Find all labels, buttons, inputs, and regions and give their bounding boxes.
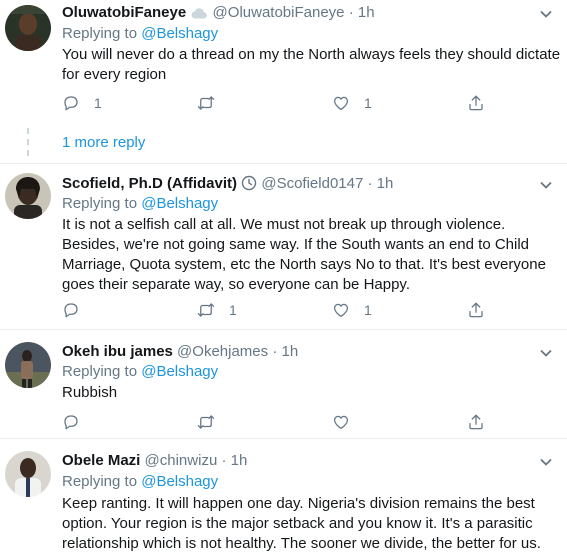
mention-link[interactable]: @Belshagy: [141, 473, 218, 490]
tweet[interactable]: Scofield, Ph.D (Affidavit) @Scofield0147…: [0, 164, 567, 329]
share-icon: [467, 301, 485, 319]
retweet-button[interactable]: [197, 410, 229, 434]
like-count: 1: [364, 302, 372, 318]
reply-count: 1: [94, 95, 102, 111]
tweet-actions: [62, 410, 502, 434]
replying-to: Replying to @Belshagy: [62, 25, 218, 42]
reply-button[interactable]: [62, 298, 94, 322]
chevron-down-icon[interactable]: [539, 346, 553, 360]
separator-dot: ·: [367, 175, 373, 192]
reply-icon: [62, 94, 80, 112]
chevron-down-icon[interactable]: [539, 455, 553, 469]
timestamp[interactable]: 1h: [358, 4, 375, 21]
separator-dot: ·: [272, 343, 278, 360]
like-count: 1: [364, 95, 372, 111]
clock-icon: [241, 175, 257, 195]
author-handle[interactable]: @chinwizu: [145, 452, 218, 469]
author-name[interactable]: OluwatobiFaneye: [62, 4, 186, 21]
retweet-icon: [197, 413, 215, 431]
tweet-actions: 1 1: [62, 298, 502, 322]
retweet-icon: [197, 94, 215, 112]
tweet-text: You will never do a thread on my the Nor…: [62, 46, 561, 83]
replying-label: Replying to: [62, 363, 142, 380]
like-button[interactable]: 1: [332, 298, 372, 322]
timestamp[interactable]: 1h: [231, 452, 248, 469]
retweet-button[interactable]: 1: [197, 298, 237, 322]
tweet[interactable]: Obele Mazi @chinwizu · 1h Replying to @B…: [0, 439, 567, 556]
share-button[interactable]: [467, 298, 485, 322]
timestamp[interactable]: 1h: [281, 343, 298, 360]
author-handle[interactable]: @OluwatobiFaneye: [213, 4, 345, 21]
avatar[interactable]: [5, 451, 51, 497]
chevron-down-icon[interactable]: [539, 178, 553, 192]
tweet-text: Keep ranting. It will happen one day. Ni…: [62, 495, 541, 552]
avatar[interactable]: [5, 5, 51, 51]
author-handle[interactable]: @Okehjames: [177, 343, 268, 360]
tweet-text: Rubbish: [62, 384, 118, 401]
reply-button[interactable]: [62, 410, 94, 434]
reply-icon: [62, 301, 80, 319]
avatar[interactable]: [5, 342, 51, 388]
mention-link[interactable]: @Belshagy: [141, 363, 218, 380]
retweet-button[interactable]: [197, 91, 229, 115]
retweet-icon: [197, 301, 215, 319]
share-icon: [467, 413, 485, 431]
author-name[interactable]: Obele Mazi: [62, 452, 140, 469]
like-button[interactable]: 1: [332, 91, 372, 115]
thread-connector: [27, 128, 29, 161]
author-handle[interactable]: @Scofield0147: [261, 175, 363, 192]
more-replies-link[interactable]: 1 more reply: [62, 134, 145, 151]
retweet-count: 1: [229, 302, 237, 318]
reply-icon: [62, 413, 80, 431]
tweet[interactable]: OluwatobiFaneye @OluwatobiFaneye · 1h Re…: [0, 0, 567, 163]
avatar[interactable]: [5, 173, 51, 219]
tweet[interactable]: Okeh ibu james @Okehjames · 1h Replying …: [0, 330, 567, 438]
tweet-actions: 1 1: [62, 91, 502, 115]
like-button[interactable]: [332, 410, 364, 434]
timestamp[interactable]: 1h: [377, 175, 394, 192]
author-name[interactable]: Scofield, Ph.D (Affidavit): [62, 175, 237, 192]
share-button[interactable]: [467, 410, 485, 434]
replying-label: Replying to: [62, 195, 142, 212]
replying-to: Replying to @Belshagy: [62, 473, 218, 490]
author-name[interactable]: Okeh ibu james: [62, 343, 173, 360]
heart-icon: [332, 301, 350, 319]
share-button[interactable]: [467, 91, 485, 115]
replying-to: Replying to @Belshagy: [62, 195, 218, 212]
replying-label: Replying to: [62, 25, 142, 42]
replying-to: Replying to @Belshagy: [62, 363, 218, 380]
heart-icon: [332, 94, 350, 112]
mention-link[interactable]: @Belshagy: [141, 195, 218, 212]
chevron-down-icon[interactable]: [539, 7, 553, 21]
replying-label: Replying to: [62, 473, 142, 490]
reply-button[interactable]: 1: [62, 91, 102, 115]
separator-dot: ·: [348, 4, 354, 21]
share-icon: [467, 94, 485, 112]
separator-dot: ·: [221, 452, 227, 469]
tweet-text: It is not a selfish call at all. We must…: [62, 216, 546, 293]
heart-icon: [332, 413, 350, 431]
mention-link[interactable]: @Belshagy: [141, 25, 218, 42]
cloud-icon: [190, 6, 208, 24]
